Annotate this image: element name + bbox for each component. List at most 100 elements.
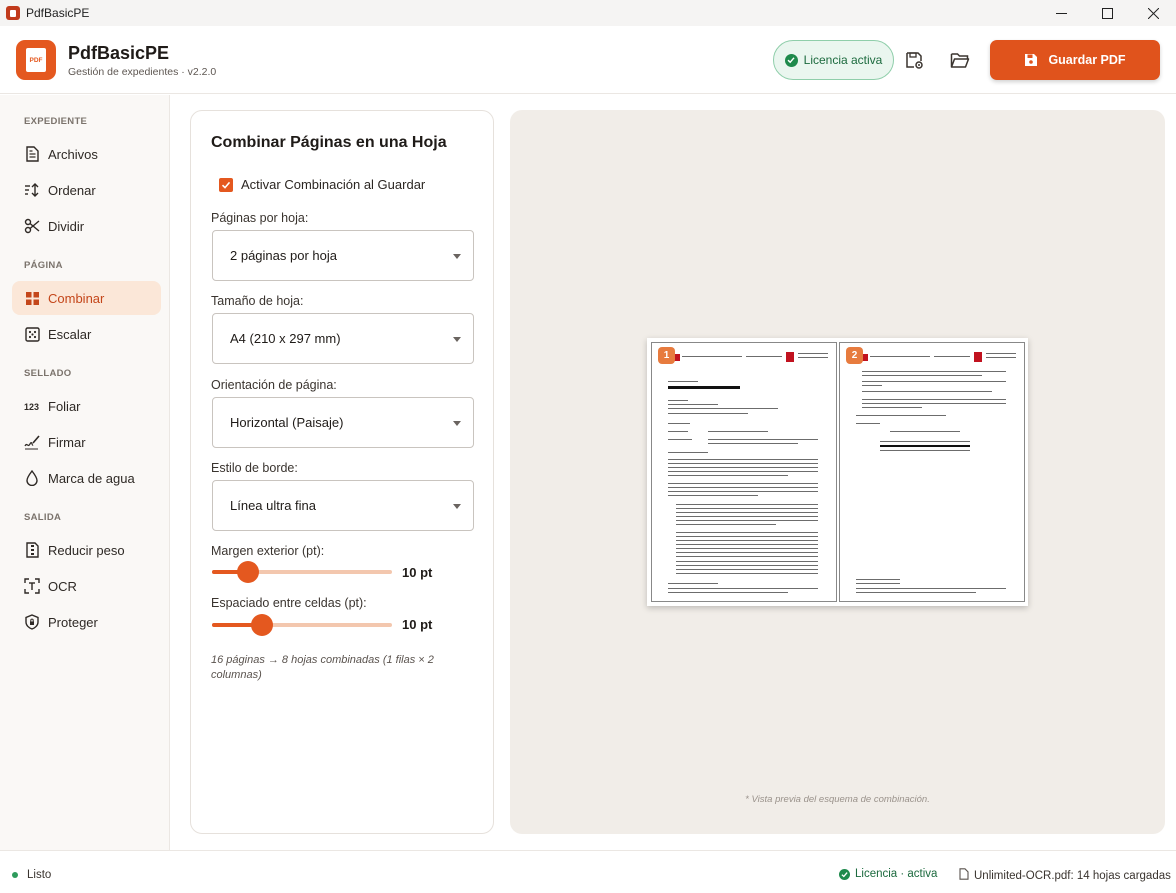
123-icon: 123 [24, 398, 40, 414]
spacing-slider[interactable] [212, 614, 392, 636]
pages-per-sheet-label: Páginas por hoja: [211, 211, 309, 225]
section-label-sellado: SELLADO [24, 368, 72, 379]
scissors-icon [24, 218, 40, 234]
status-text: Listo [27, 869, 52, 881]
maximize-button[interactable] [1084, 0, 1130, 26]
app-icon [6, 6, 20, 20]
sidebar-item-label: Dividir [48, 218, 85, 234]
license-label: Licencia activa [803, 53, 883, 67]
logo-text: PDF [26, 48, 46, 72]
section-label-pagina: PÁGINA [24, 260, 63, 271]
minimize-button[interactable] [1038, 0, 1084, 26]
panel-title: Combinar Páginas en una Hoja [211, 134, 447, 151]
open-folder-button[interactable] [950, 50, 970, 70]
sheet-size-label: Tamaño de hoja: [211, 294, 304, 308]
sidebar-item-ocr[interactable]: OCR [12, 569, 161, 603]
orientation-label: Orientación de página: [211, 378, 337, 392]
section-label-salida: SALIDA [24, 512, 62, 523]
preview-page-2: 2 [839, 342, 1025, 602]
license-status-badge[interactable]: Licencia activa [773, 40, 894, 80]
border-style-value: Línea ultra fina [230, 498, 317, 513]
folder-open-icon [950, 52, 970, 68]
page-number-badge: 2 [846, 347, 863, 364]
sidebar-item-label: OCR [48, 578, 77, 594]
status-bar: Listo Licencia · activa Unlimited-OCR.pd… [0, 850, 1176, 893]
maximize-icon [1101, 7, 1113, 19]
spacing-value: 10 pt [402, 617, 433, 632]
sidebar-item-firmar[interactable]: Firmar [12, 425, 161, 459]
sidebar-item-label: Escalar [48, 326, 92, 342]
sidebar-item-label: Ordenar [48, 182, 96, 198]
close-button[interactable] [1130, 0, 1176, 26]
sidebar-item-dividir[interactable]: Dividir [12, 209, 161, 243]
status-file-text: Unlimited-OCR.pdf: 14 hojas cargadas [974, 869, 1171, 882]
orientation-select[interactable]: Horizontal (Paisaje) [212, 397, 474, 448]
app-subtitle: Gestión de expedientes · v2.2.0 [68, 66, 217, 78]
sheet-size-value: A4 (210 x 297 mm) [230, 331, 341, 346]
window-titlebar: PdfBasicPE [0, 0, 1176, 26]
section-label-expediente: EXPEDIENTE [24, 116, 88, 127]
drop-icon [24, 470, 40, 486]
signature-icon [24, 434, 40, 450]
chevron-down-icon [453, 254, 461, 259]
close-icon [1147, 7, 1159, 19]
sidebar-item-label: Archivos [48, 146, 98, 162]
status-license: Licencia · activa [839, 868, 937, 880]
sidebar-item-label: Combinar [48, 290, 105, 306]
grid-icon [24, 290, 40, 306]
sidebar-item-archivos[interactable]: Archivos [12, 137, 161, 171]
enable-combine-checkbox[interactable] [219, 177, 233, 192]
sidebar-item-marca-de-agua[interactable]: Marca de agua [12, 461, 161, 495]
file-icon [24, 146, 40, 162]
pages-per-sheet-value: 2 páginas por hoja [230, 248, 337, 263]
status-license-text: Licencia · activa [855, 868, 938, 880]
pages-per-sheet-select[interactable]: 2 páginas por hoja [212, 230, 474, 281]
app-logo: PDF [16, 40, 56, 80]
sidebar-item-label: Marca de agua [48, 470, 135, 486]
window-controls [1038, 0, 1176, 26]
combine-preview: 1 2 * Vista previa del esquema de combin… [510, 110, 1165, 834]
shield-icon [24, 614, 40, 630]
save-settings-icon [905, 51, 923, 69]
sidebar-item-reducir-peso[interactable]: Reducir peso [12, 533, 161, 567]
floppy-icon [1025, 54, 1038, 66]
checkmark-icon [221, 181, 231, 189]
enable-combine-row[interactable]: Activar Combinación al Guardar [219, 177, 425, 192]
combine-settings-panel: Combinar Páginas en una Hoja Activar Com… [190, 110, 494, 834]
combine-summary: 16 páginas → 8 hojas combinadas (1 filas… [211, 654, 434, 681]
minimize-icon [1055, 12, 1067, 14]
sidebar: EXPEDIENTE Archivos Ordenar Dividir PÁGI… [0, 95, 170, 850]
svg-text:123: 123 [24, 402, 39, 412]
slider-thumb[interactable] [237, 561, 259, 583]
chevron-down-icon [453, 337, 461, 342]
enable-combine-label: Activar Combinación al Guardar [241, 177, 426, 192]
spacing-label: Espaciado entre celdas (pt): [211, 596, 367, 610]
orientation-value: Horizontal (Paisaje) [230, 415, 344, 430]
sidebar-item-proteger[interactable]: Proteger [12, 605, 161, 639]
document-icon [959, 868, 969, 883]
margin-slider[interactable] [212, 561, 392, 583]
margin-value: 10 pt [402, 565, 433, 580]
sidebar-item-combinar[interactable]: Combinar [12, 281, 161, 315]
sidebar-item-foliar[interactable]: 123 Foliar [12, 389, 161, 423]
ocr-icon [24, 578, 40, 594]
save-pdf-button[interactable]: Guardar PDF [990, 40, 1160, 80]
app-header: PDF PdfBasicPE Gestión de expedientes · … [0, 26, 1176, 94]
border-style-select[interactable]: Línea ultra fina [212, 480, 474, 531]
sidebar-item-ordenar[interactable]: Ordenar [12, 173, 161, 207]
check-circle-icon [839, 868, 850, 880]
page-number-badge: 1 [658, 347, 675, 364]
status-file: Unlimited-OCR.pdf: 14 hojas cargadas [959, 868, 1171, 883]
scale-icon [24, 326, 40, 342]
sidebar-item-label: Foliar [48, 398, 81, 414]
margin-label: Margen exterior (pt): [211, 544, 325, 558]
save-settings-button[interactable] [904, 50, 924, 70]
app-name: PdfBasicPE [68, 43, 170, 63]
sort-icon [24, 182, 40, 198]
slider-thumb[interactable] [251, 614, 274, 636]
sidebar-item-escalar[interactable]: Escalar [12, 317, 161, 351]
sheet-size-select[interactable]: A4 (210 x 297 mm) [212, 313, 474, 364]
window-title: PdfBasicPE [26, 6, 90, 20]
preview-caption: * Vista previa del esquema de combinació… [745, 794, 930, 805]
preview-sheet: 1 2 [647, 338, 1028, 606]
